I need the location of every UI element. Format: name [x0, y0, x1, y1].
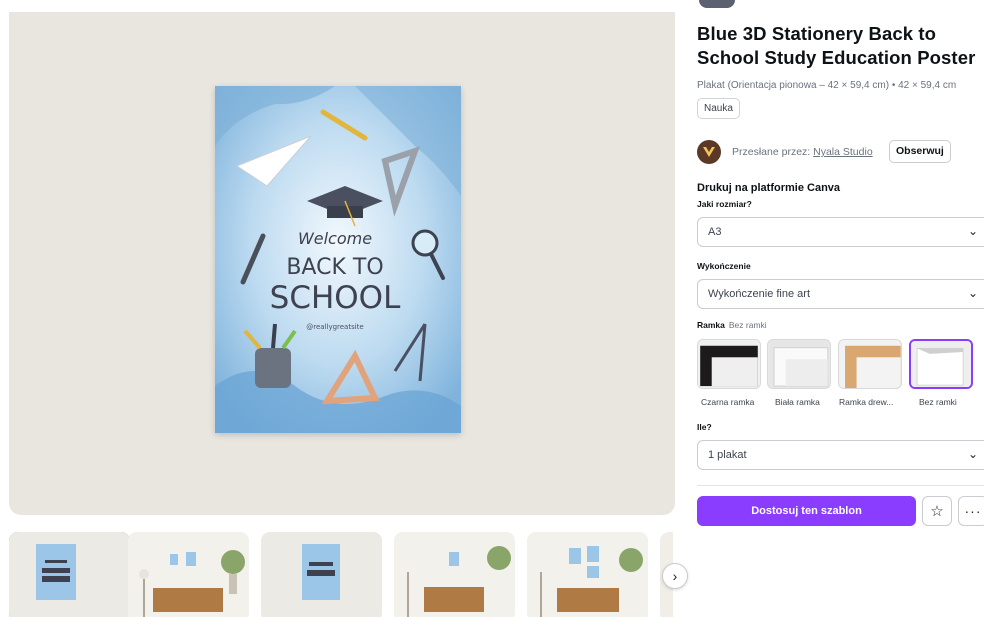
poster-welcome-text: Welcome	[298, 229, 372, 248]
chevron-down-icon: ⌄	[967, 286, 978, 300]
product-subtitle: Plakat (Orientacja pionowa – 42 × 59,4 c…	[697, 80, 957, 91]
quantity-select-value: 1 plakat	[708, 449, 747, 461]
frame-option-none-label: Bez ramki	[919, 397, 957, 407]
poster-back-to-text: BACK TO	[286, 255, 383, 280]
finish-select-value: Wykończenie fine art	[708, 288, 811, 300]
thumbnail-poster-front[interactable]	[9, 532, 130, 617]
size-label: Jaki rozmiar?	[697, 199, 752, 209]
frame-option-white-label: Biała ramka	[775, 397, 820, 407]
more-icon[interactable]: ···	[958, 496, 984, 526]
chevron-down-icon: ⌄	[967, 447, 978, 461]
finish-label: Wykończenie	[697, 261, 751, 271]
author-row: Przesłane przez: Nyala Studio Obserwuj	[697, 140, 984, 164]
size-select[interactable]: A3 ⌄	[697, 217, 984, 247]
uploaded-by-prefix: Przesłane przez:	[732, 146, 814, 158]
avatar[interactable]	[697, 140, 721, 164]
thumbnail-living-room-1[interactable]	[128, 532, 249, 617]
author-link[interactable]: Nyala Studio	[813, 146, 873, 158]
thumbnail-living-room-2[interactable]	[394, 532, 515, 617]
poster-handle-text: @reallygreatsite	[306, 323, 364, 331]
category-tag[interactable]: Nauka	[697, 98, 740, 119]
brand-badge	[699, 0, 735, 8]
poster-school-text: SCHOOL	[270, 280, 401, 316]
print-section-title: Drukuj na platformie Canva	[697, 182, 841, 194]
uploaded-by-text: Przesłane przez: Nyala Studio	[732, 146, 873, 158]
size-select-value: A3	[708, 226, 722, 238]
frame-option-none[interactable]	[909, 339, 973, 389]
poster-image: Welcome BACK TO SCHOOL @reallygreatsite	[215, 86, 461, 433]
follow-button[interactable]: Obserwuj	[889, 140, 951, 163]
customize-template-button[interactable]: Dostosuj ten szablon	[697, 496, 916, 526]
divider	[697, 485, 984, 486]
author-logo-icon	[703, 147, 715, 157]
star-icon[interactable]: ☆	[922, 496, 952, 526]
frame-option-black[interactable]	[697, 339, 761, 389]
chevron-right-icon[interactable]: ›	[662, 563, 688, 589]
product-panel: Blue 3D Stationery Back to School Study …	[697, 0, 984, 617]
frame-option-wood-label: Ramka drew...	[839, 397, 894, 407]
frame-label-text: Ramka	[697, 320, 725, 330]
finish-select[interactable]: Wykończenie fine art ⌄	[697, 279, 984, 309]
frame-current-value: Bez ramki	[728, 320, 767, 330]
poster-preview: Welcome BACK TO SCHOOL @reallygreatsite	[9, 12, 675, 515]
thumbnail-poster-closeup[interactable]	[261, 532, 382, 617]
thumbnail-living-room-3[interactable]	[527, 532, 648, 617]
frame-option-white[interactable]	[767, 339, 831, 389]
thumbnail-strip	[9, 532, 673, 617]
quantity-select[interactable]: 1 plakat ⌄	[697, 440, 984, 470]
chevron-down-icon: ⌄	[967, 224, 978, 238]
frame-label: Ramka Bez ramki	[697, 320, 767, 330]
frame-option-wood[interactable]	[838, 339, 902, 389]
product-title: Blue 3D Stationery Back to School Study …	[697, 23, 976, 68]
quantity-label: Ile?	[697, 422, 712, 432]
frame-option-black-label: Czarna ramka	[701, 397, 755, 407]
